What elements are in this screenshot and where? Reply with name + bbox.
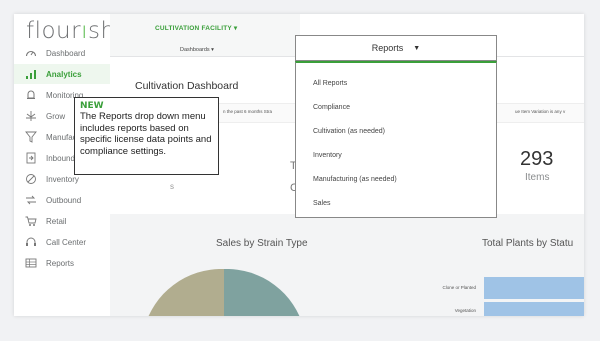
caret-down-icon: ▼ [413,44,421,52]
menu-item-inventory[interactable]: Inventory [313,152,342,159]
sidebar-item-reports[interactable]: Reports [14,253,110,273]
sidebar-item-label: Dashboard [46,48,86,58]
headset-icon [24,235,38,249]
sidebar-item-call-center[interactable]: Call Center [14,232,110,252]
inbound-icon [24,151,38,165]
page-title: Cultivation Dashboard [135,80,239,92]
menu-item-compliance[interactable]: Compliance [313,104,350,111]
reports-dropdown-button[interactable]: Reports ▼ [295,35,497,61]
menu-item-manufacturing[interactable]: Manufacturing (as needed) [313,176,397,183]
metric-unit: Items [525,172,550,183]
sidebar-item-label: Inbound [46,153,75,163]
sidebar-item-label: Analytics [46,69,82,79]
strain-pie-chart [144,269,304,316]
callout-text: The Reports drop down menu includes repo… [80,111,212,157]
filter-text[interactable]: n the past 6 months Stra [223,109,272,114]
dashboards-dropdown[interactable]: Dashboards ▾ [180,47,214,53]
chart-title: Total Plants by Statu [482,238,574,249]
cart-icon [24,214,38,228]
app-window: flourısh Dashboard Analytics Monitoring … [14,14,584,316]
table-icon [24,256,38,270]
sidebar-item-dashboard[interactable]: Dashboard [14,43,110,63]
reports-dropdown-label: Reports [371,43,404,53]
inventory-icon [24,172,38,186]
pie-slice[interactable] [144,269,224,316]
reports-dropdown-menu: All Reports Compliance Cultivation (as n… [295,61,497,218]
sidebar-item-label: Reports [46,258,75,268]
menu-item-sales[interactable]: Sales [313,200,331,207]
sidebar-item-label: Call Center [46,237,87,247]
funnel-icon [24,130,38,144]
sidebar-item-label: Grow [46,111,66,121]
bell-icon [24,88,38,102]
menu-item-cultivation[interactable]: Cultivation (as needed) [313,128,385,135]
new-badge: NEW [80,101,104,111]
outbound-icon [24,193,38,207]
feature-callout: NEW The Reports drop down menu includes … [74,97,219,175]
pie-slice[interactable] [224,269,304,316]
sidebar-item-retail[interactable]: Retail [14,211,110,231]
bar[interactable] [484,302,584,316]
sidebar-item-analytics[interactable]: Analytics [14,64,110,84]
flourish-logo: flourısh [26,18,116,44]
sidebar-item-label: Inventory [46,174,79,184]
facility-selector[interactable]: CULTIVATION FACILITY ▾ [155,24,237,32]
bar-label: Vegetation [454,308,476,313]
cannabis-leaf-icon [24,109,38,123]
bar[interactable] [484,277,584,299]
menu-item-all-reports[interactable]: All Reports [313,80,347,87]
bar-label: Clone or Planted [442,285,476,290]
bar-chart-icon [24,67,38,81]
sidebar-item-label: Retail [46,216,67,226]
filter-text[interactable]: ue Item Variation is any v [515,109,565,114]
metric-label-partial: s [170,182,174,191]
metric-value: 293 [520,148,554,170]
sidebar-item-label: Outbound [46,195,82,205]
gauge-icon [24,46,38,60]
sidebar-item-outbound[interactable]: Outbound [14,190,110,210]
chart-title: Sales by Strain Type [216,238,308,249]
